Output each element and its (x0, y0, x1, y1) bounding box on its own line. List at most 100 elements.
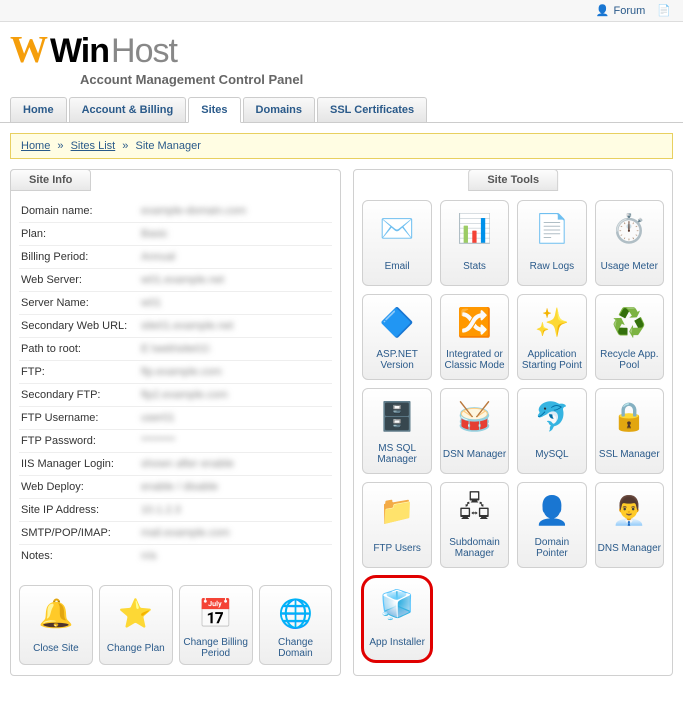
forum-label: Forum (614, 5, 646, 17)
breadcrumb-sep: » (122, 140, 128, 152)
tool-ftp-users[interactable]: 📁FTP Users (362, 482, 431, 568)
site-tools-tab: Site Tools (468, 169, 558, 191)
change-billing-button[interactable]: 📅 Change Billing Period (179, 585, 253, 665)
info-value: ftp2.example.com (141, 389, 330, 401)
forum-link[interactable]: 👤 Forum (590, 2, 651, 19)
tool-label: MS SQL Manager (365, 439, 428, 469)
tool-raw-logs[interactable]: 📄Raw Logs (517, 200, 586, 286)
change-plan-label: Change Plan (102, 636, 170, 660)
info-row: FTP:ftp.example.com (19, 361, 332, 384)
breadcrumb-sites-list[interactable]: Sites List (71, 140, 116, 152)
site-tools-body: ✉️Email📊Stats📄Raw Logs⏱️Usage Meter🔷ASP.… (354, 170, 672, 672)
tab-ssl-certificates[interactable]: SSL Certificates (317, 97, 427, 122)
logo-subtitle: Account Management Control Panel (80, 72, 673, 87)
tool-label: MySQL (520, 439, 583, 469)
info-label: Path to root: (21, 343, 141, 355)
tool-application-starting-point[interactable]: ✨Application Starting Point (517, 294, 586, 380)
tool-icon: 🔒 (598, 395, 661, 437)
tool-recycle-app-pool[interactable]: ♻️Recycle App. Pool (595, 294, 664, 380)
logo-host: Host (111, 32, 177, 71)
tool-icon: 🔀 (443, 301, 506, 343)
info-value: site01.example.net (141, 320, 330, 332)
info-row: SMTP/POP/IMAP:mail.example.com (19, 522, 332, 545)
info-value: Basic (141, 228, 330, 240)
tool-integrated-or-classic-mode[interactable]: 🔀Integrated or Classic Mode (440, 294, 509, 380)
tool-subdomain-manager[interactable]: 🖧Subdomain Manager (440, 482, 509, 568)
tab-home[interactable]: Home (10, 97, 67, 122)
info-row: Notes:n/a (19, 545, 332, 567)
tool-label: Email (365, 251, 428, 281)
change-plan-icon: ⭐ (102, 592, 170, 634)
tab-domains[interactable]: Domains (243, 97, 315, 122)
info-label: FTP Username: (21, 412, 141, 424)
info-label: Plan: (21, 228, 141, 240)
breadcrumb-current: Site Manager (135, 140, 200, 152)
tool-icon: 🖧 (443, 489, 506, 531)
tool-icon: ✉️ (365, 207, 428, 249)
wordmark: W Win Host (10, 28, 673, 72)
main-content: Site Info Domain name:example-domain.com… (0, 169, 683, 686)
info-row: Site IP Address:10.1.2.3 (19, 499, 332, 522)
tool-label: Domain Pointer (520, 533, 583, 563)
notes-link[interactable]: 📄 (651, 2, 677, 19)
info-label: Web Deploy: (21, 481, 141, 493)
info-value: shown after enable (141, 458, 330, 470)
info-value: mail.example.com (141, 527, 330, 539)
tool-app-installer[interactable]: 🧊App Installer (362, 576, 431, 662)
tool-stats[interactable]: 📊Stats (440, 200, 509, 286)
tool-icon: 🐬 (520, 395, 583, 437)
info-value: E:\web\site01\ (141, 343, 330, 355)
tool-ms-sql-manager[interactable]: 🗄️MS SQL Manager (362, 388, 431, 474)
info-row: Secondary FTP:ftp2.example.com (19, 384, 332, 407)
tool-icon: 🧊 (365, 583, 428, 625)
tool-dsn-manager[interactable]: 🥁DSN Manager (440, 388, 509, 474)
tool-asp-net-version[interactable]: 🔷ASP.NET Version (362, 294, 431, 380)
info-value: ******** (141, 435, 330, 447)
info-label: Web Server: (21, 274, 141, 286)
tool-icon: 📊 (443, 207, 506, 249)
tool-label: Usage Meter (598, 251, 661, 281)
tool-label: Stats (443, 251, 506, 281)
tool-label: SSL Manager (598, 439, 661, 469)
close-site-button[interactable]: 🔔 Close Site (19, 585, 93, 665)
tool-domain-pointer[interactable]: 👤Domain Pointer (517, 482, 586, 568)
tool-icon: 🗄️ (365, 395, 428, 437)
tab-sites[interactable]: Sites (188, 97, 240, 123)
info-row: Server Name:w01 (19, 292, 332, 315)
info-value: 10.1.2.3 (141, 504, 330, 516)
logo-area: W Win Host Account Management Control Pa… (0, 22, 683, 91)
info-label: SMTP/POP/IMAP: (21, 527, 141, 539)
site-info-panel: Site Info Domain name:example-domain.com… (10, 169, 341, 676)
tool-ssl-manager[interactable]: 🔒SSL Manager (595, 388, 664, 474)
tab-account-billing[interactable]: Account & Billing (69, 97, 187, 122)
change-domain-icon: 🌐 (262, 592, 330, 634)
tool-label: Integrated or Classic Mode (443, 345, 506, 375)
forum-icon: 👤 (596, 4, 610, 17)
info-value: w01 (141, 297, 330, 309)
info-row: Path to root:E:\web\site01\ (19, 338, 332, 361)
info-label: Billing Period: (21, 251, 141, 263)
change-plan-button[interactable]: ⭐ Change Plan (99, 585, 173, 665)
tool-usage-meter[interactable]: ⏱️Usage Meter (595, 200, 664, 286)
info-label: FTP: (21, 366, 141, 378)
info-label: Site IP Address: (21, 504, 141, 516)
breadcrumb: Home » Sites List » Site Manager (10, 133, 673, 159)
info-value: example-domain.com (141, 205, 330, 217)
breadcrumb-sep: » (57, 140, 63, 152)
tool-dns-manager[interactable]: 👨‍💼DNS Manager (595, 482, 664, 568)
tool-icon: ♻️ (598, 301, 661, 343)
tool-icon: 📁 (365, 489, 428, 531)
info-value: w01.example.net (141, 274, 330, 286)
tool-mysql[interactable]: 🐬MySQL (517, 388, 586, 474)
tool-email[interactable]: ✉️Email (362, 200, 431, 286)
close-site-label: Close Site (22, 636, 90, 660)
info-row: Plan:Basic (19, 223, 332, 246)
tool-icon: 👨‍💼 (598, 489, 661, 531)
change-domain-button[interactable]: 🌐 Change Domain (259, 585, 333, 665)
notes-icon: 📄 (657, 4, 671, 17)
breadcrumb-home[interactable]: Home (21, 140, 50, 152)
tool-icon: ⏱️ (598, 207, 661, 249)
info-value: user01 (141, 412, 330, 424)
main-tabs: HomeAccount & BillingSitesDomainsSSL Cer… (0, 97, 683, 123)
change-domain-label: Change Domain (262, 636, 330, 660)
